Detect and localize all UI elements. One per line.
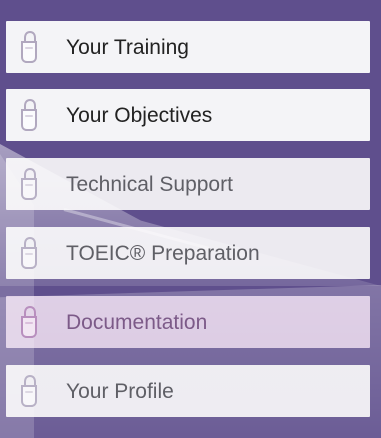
padlock-icon [18,374,40,408]
menu-item-documentation[interactable]: Documentation [6,296,370,348]
padlock-icon [18,236,40,270]
navigation-menu-panel: Your Training Your Objectives Technical … [0,0,381,438]
padlock-icon [18,30,40,64]
menu-item-your-training[interactable]: Your Training [6,21,370,73]
menu-item-label: Documentation [66,310,208,334]
menu-item-label: Your Objectives [66,103,213,127]
padlock-icon [18,98,40,132]
menu-item-label: TOEIC® Preparation [66,241,260,265]
menu-item-your-objectives[interactable]: Your Objectives [6,89,370,141]
menu-item-label: Your Training [66,35,189,59]
menu-item-label: Technical Support [66,172,233,196]
padlock-icon [18,167,40,201]
menu-item-technical-support[interactable]: Technical Support [6,158,370,210]
padlock-icon [18,305,40,339]
menu-item-toeic-preparation[interactable]: TOEIC® Preparation [6,227,370,279]
menu-item-label: Your Profile [66,379,174,403]
menu-item-your-profile[interactable]: Your Profile [6,365,370,417]
